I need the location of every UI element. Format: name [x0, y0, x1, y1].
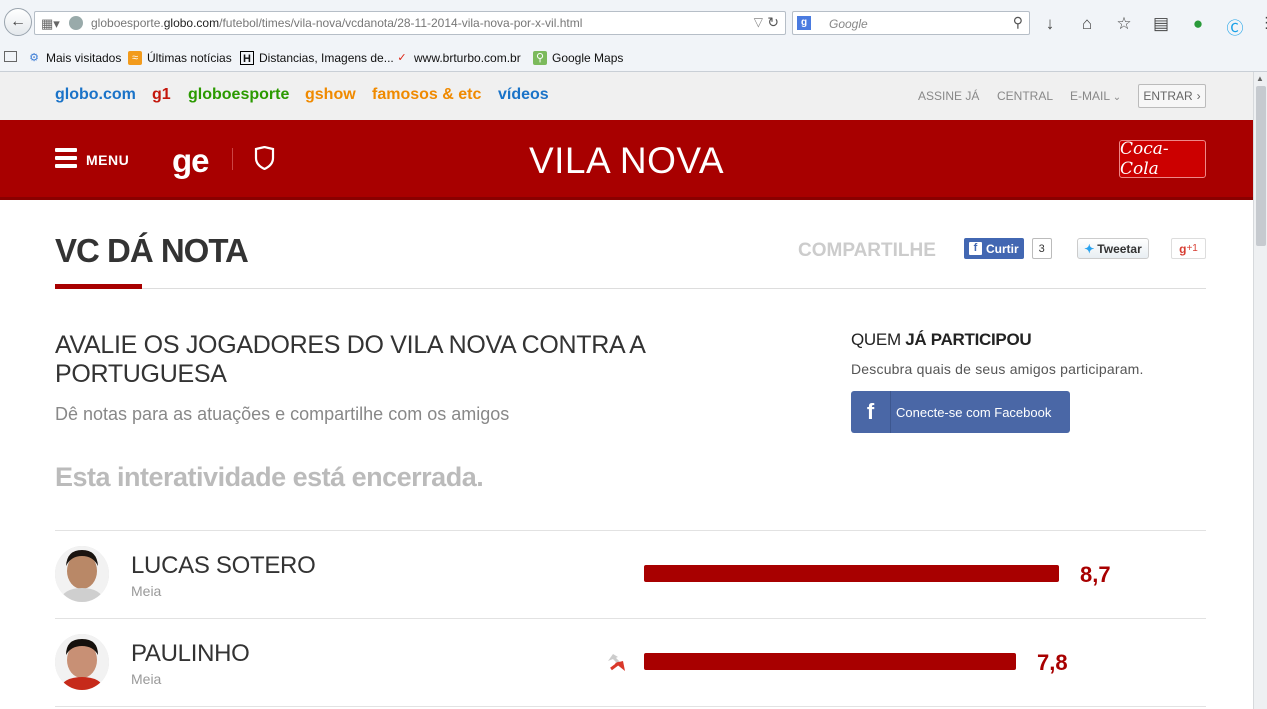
score-bar [644, 653, 1016, 670]
participants-description: Descubra quais de seus amigos participar… [851, 361, 1144, 377]
link-videos[interactable]: vídeos [498, 86, 549, 104]
facebook-connect-button[interactable]: f Conecte-se com Facebook [851, 391, 1070, 433]
player-score: 8,7 [1080, 562, 1111, 587]
tweet-button[interactable]: ✦ Tweetar [1077, 238, 1149, 259]
h-icon: H [240, 51, 254, 65]
survey-subline: Dê notas para as atuações e compartilhe … [55, 404, 510, 424]
bookmark-google-maps[interactable]: ⚲ Google Maps [533, 51, 623, 65]
bookmark-mais-visitados[interactable]: ⚙ Mais visitados [27, 51, 121, 65]
player-row: PAULINHO Meia 7,8 [55, 619, 1206, 707]
title-accent [55, 284, 142, 289]
navigation-toolbar: ← ▦▾ globoesporte.globo.com/futebol/time… [0, 6, 1267, 40]
gplus-icon: g [1179, 241, 1187, 256]
player-name: PAULINHO [131, 640, 250, 667]
facebook-like-button[interactable]: f Curtir [964, 238, 1024, 259]
closed-notice: Esta interatividade está encerrada. [55, 462, 484, 492]
page-title: VC DÁ NOTA [55, 232, 249, 269]
site-identity-icon[interactable] [69, 16, 83, 30]
team-header: MENU ge VILA NOVA Coca-Cola [0, 120, 1253, 200]
player-position: Meia [131, 671, 162, 687]
link-gshow[interactable]: gshow [305, 86, 356, 104]
link-globo[interactable]: globo.com [55, 86, 136, 104]
back-button[interactable]: ← [4, 8, 32, 36]
search-bar[interactable]: g Google ⚲ [792, 11, 1030, 35]
vertical-scrollbar[interactable]: ▲ [1253, 72, 1267, 709]
player-name: LUCAS SOTERO [131, 552, 316, 579]
dropdown-history-icon[interactable]: ▽ [754, 15, 763, 29]
rss-icon: ≈ [128, 51, 142, 65]
chevron-right-icon: › [1196, 89, 1201, 103]
tab-groups-icon[interactable]: ▦▾ [41, 16, 60, 32]
trend-down-icon [608, 654, 625, 671]
player-position: Meia [131, 583, 162, 599]
home-icon[interactable]: ⌂ [1077, 14, 1097, 39]
entrar-button[interactable]: ENTRAR › [1138, 84, 1206, 108]
like-count: 3 [1031, 238, 1052, 259]
player-row: LUCAS SOTERO Meia 8,7 [55, 531, 1206, 619]
survey-headline: AVALIE OS JOGADORES DO VILA NOVA CONTRA … [55, 331, 645, 388]
reload-icon[interactable]: ↻ [767, 14, 779, 31]
central-link[interactable]: CENTRAL [997, 89, 1053, 103]
bookmark-brturbo[interactable]: ✓ www.brturbo.com.br [395, 51, 520, 65]
scrollbar-thumb[interactable] [1256, 86, 1266, 246]
participants-heading: QUEM JÁ PARTICIPOU [851, 330, 1032, 349]
gear-icon: ⚙ [29, 52, 39, 64]
email-link[interactable]: E-MAIL ⌄ [1070, 89, 1121, 103]
brturbo-icon: ✓ [397, 52, 407, 64]
link-g1[interactable]: g1 [152, 86, 171, 104]
bookmarks-menu-icon[interactable] [4, 51, 17, 62]
globo-network-bar: globo.com g1 globoesporte gshow famosos … [0, 72, 1253, 120]
toolbar-icons: ↓ ⌂ ☆ ▤ ● Ⓒ ☰ [1040, 14, 1267, 39]
browser-chrome: ← ▦▾ globoesporte.globo.com/futebol/time… [0, 0, 1267, 72]
facebook-icon: f [969, 242, 982, 255]
row-divider [55, 706, 1206, 707]
facebook-like-widget: f Curtir 3 [964, 238, 1052, 259]
assine-link[interactable]: ASSINE JÁ [918, 89, 979, 103]
link-famosos[interactable]: famosos & etc [372, 86, 481, 104]
player-score: 7,8 [1037, 650, 1068, 675]
player-avatar [55, 634, 109, 690]
maps-icon: ⚲ [533, 51, 547, 65]
downloads-icon[interactable]: ↓ [1040, 14, 1060, 39]
menu-icon[interactable]: ☰ [1262, 14, 1267, 39]
team-name: VILA NOVA [528, 140, 725, 181]
bookmark-ultimas-noticias[interactable]: ≈ Últimas notícias [128, 51, 232, 65]
scroll-up-icon[interactable]: ▲ [1256, 74, 1264, 83]
bookmarks-toolbar: ⚙ Mais visitados ≈ Últimas notícias H Dista… [0, 48, 1267, 70]
sponsor-logo[interactable]: Coca-Cola [1119, 139, 1206, 179]
bookmark-star-icon[interactable]: ☆ [1114, 14, 1134, 39]
search-icon[interactable]: ⚲ [1013, 14, 1023, 31]
skype-icon[interactable]: Ⓒ [1225, 14, 1245, 39]
link-globoesporte[interactable]: globoesporte [188, 86, 289, 104]
search-input[interactable]: Google [829, 17, 868, 31]
chevron-down-icon: ⌄ [1110, 92, 1122, 103]
search-engine-icon[interactable]: g [797, 16, 811, 30]
url-text[interactable]: globoesporte.globo.com/futebol/times/vil… [91, 16, 582, 30]
google-plus-button[interactable]: g +1 [1171, 238, 1206, 259]
reading-list-icon[interactable]: ▤ [1151, 14, 1171, 39]
address-bar[interactable]: ▦▾ globoesporte.globo.com/futebol/times/… [34, 11, 786, 35]
twitter-bird-icon: ✦ [1084, 241, 1095, 256]
player-avatar [55, 546, 109, 602]
bookmark-distancias[interactable]: H Distancias, Imagens de... [240, 51, 394, 65]
share-label: COMPARTILHE [798, 240, 936, 261]
back-arrow-icon: ← [10, 13, 26, 30]
title-divider [55, 288, 1206, 289]
score-bar [644, 565, 1059, 582]
facebook-icon: f [851, 391, 891, 433]
addon-green-icon[interactable]: ● [1188, 14, 1208, 39]
